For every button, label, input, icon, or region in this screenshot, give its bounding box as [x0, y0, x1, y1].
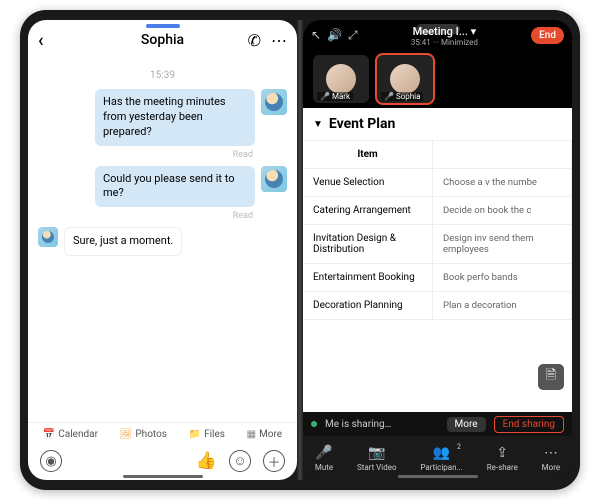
- share-icon: ⇪: [496, 445, 508, 461]
- message-bubble-out[interactable]: Has the meeting minutes from yesterday b…: [95, 89, 255, 146]
- table-header: Item: [303, 141, 572, 169]
- chat-body: 15:39 Has the meeting minutes from yeste…: [28, 60, 297, 422]
- end-sharing-button[interactable]: End sharing: [494, 416, 564, 433]
- meeting-bottom-bar: 🎤Mute 📷Start Video 👥2Participan... ⇪Re-s…: [303, 436, 572, 480]
- files-icon: 📁: [189, 429, 201, 440]
- quick-more[interactable]: ▦More: [247, 429, 283, 440]
- expand-icon[interactable]: ⤢: [348, 28, 358, 43]
- read-receipt: Read: [38, 211, 253, 221]
- col-item: Item: [303, 141, 433, 169]
- table-row[interactable]: Decoration Planning Plan a decoration: [303, 292, 572, 320]
- event-table: Item Venue Selection Choose a v the numb…: [303, 140, 572, 412]
- mic-icon: 🎤: [315, 445, 332, 461]
- calendar-icon: 📅: [43, 429, 55, 440]
- message-bubble-out[interactable]: Could you please send it to me?: [95, 166, 255, 208]
- foldable-device: ‹ Sophia ✆ ⋯ 15:39 Has the meeting minut…: [20, 10, 580, 490]
- video-off-icon: 📷: [368, 445, 385, 461]
- avatar[interactable]: [261, 166, 287, 192]
- quick-files[interactable]: 📁Files: [189, 429, 225, 440]
- quick-photos[interactable]: 🖼Photos: [120, 429, 167, 440]
- reshare-button[interactable]: ⇪Re-share: [487, 445, 518, 472]
- quick-calendar[interactable]: 📅Calendar: [43, 429, 98, 440]
- avatar[interactable]: [38, 227, 58, 247]
- annotate-button[interactable]: 🗎: [538, 364, 564, 390]
- chevron-down-icon: ▼: [313, 119, 323, 130]
- home-indicator: [398, 475, 478, 478]
- mic-muted-icon: 🎤: [384, 92, 394, 101]
- participants-button[interactable]: 👥2Participan...: [420, 445, 463, 472]
- doc-title-row[interactable]: ▼ Event Plan: [303, 108, 572, 140]
- video-button[interactable]: 📷Start Video: [357, 445, 397, 472]
- voice-button[interactable]: ◉: [40, 450, 62, 472]
- col-desc: [433, 141, 572, 169]
- table-row[interactable]: Venue Selection Choose a v the numbe: [303, 169, 572, 197]
- participants-strip: 🎤Mark 🎤Sophia: [303, 50, 572, 108]
- end-button[interactable]: End: [531, 27, 564, 44]
- emoji-button[interactable]: ☺: [229, 450, 251, 472]
- participant-card[interactable]: 🎤Mark: [313, 55, 369, 103]
- chat-timestamp: 15:39: [38, 70, 287, 81]
- read-receipt: Read: [38, 150, 253, 160]
- message-bubble-in[interactable]: Sure, just a moment.: [64, 227, 182, 256]
- share-more-button[interactable]: More: [447, 417, 486, 432]
- minimize-icon[interactable]: ↖: [311, 28, 321, 42]
- share-status-bar: Me is sharing… More End sharing: [303, 412, 572, 436]
- photos-icon: 🖼: [120, 429, 133, 440]
- avatar: [326, 64, 356, 94]
- quick-row: 📅Calendar 🖼Photos 📁Files ▦More: [28, 422, 297, 446]
- table-row[interactable]: Entertainment Booking Book perfo bands: [303, 264, 572, 292]
- mic-muted-icon: 🎤: [320, 92, 330, 101]
- message-row: Has the meeting minutes from yesterday b…: [38, 89, 287, 146]
- more-button[interactable]: ⋯More: [542, 445, 560, 472]
- more-icon: ⋯: [544, 445, 558, 461]
- add-button[interactable]: ＋: [263, 450, 285, 472]
- chevron-down-icon: ▾: [471, 25, 477, 38]
- speaker-icon[interactable]: 🔊: [327, 28, 342, 42]
- home-indicator: [123, 475, 203, 478]
- avatar: [390, 64, 420, 94]
- doc-title: Event Plan: [329, 116, 395, 132]
- thumbs-up-icon[interactable]: 👍: [196, 451, 217, 471]
- share-status-text: Me is sharing…: [325, 419, 439, 430]
- meeting-screen: ↖ 🔊 ⤢ Meeting I... ▾ 35:41 ··· Minimized…: [303, 20, 572, 480]
- shared-document: ▼ Event Plan Item Venue Selection Choose…: [303, 108, 572, 412]
- avatar[interactable]: [261, 89, 287, 115]
- chat-header: ‹ Sophia ✆ ⋯: [28, 20, 297, 60]
- chat-screen: ‹ Sophia ✆ ⋯ 15:39 Has the meeting minut…: [28, 20, 297, 480]
- message-row: Sure, just a moment.: [38, 227, 287, 256]
- sharing-indicator-icon: [311, 421, 317, 427]
- message-row: Could you please send it to me?: [38, 166, 287, 208]
- participant-card[interactable]: 🎤Sophia: [377, 55, 433, 103]
- table-row[interactable]: Invitation Design & Distribution Design …: [303, 225, 572, 264]
- participants-icon: 👥: [433, 445, 450, 461]
- call-icon[interactable]: ✆: [248, 31, 261, 50]
- meeting-title-wrap[interactable]: Meeting I... ▾ 35:41 ··· Minimized: [364, 25, 526, 47]
- mute-button[interactable]: 🎤Mute: [315, 445, 333, 472]
- grid-icon: ▦: [247, 429, 256, 440]
- meeting-topbar: ↖ 🔊 ⤢ Meeting I... ▾ 35:41 ··· Minimized…: [303, 20, 572, 50]
- more-icon[interactable]: ⋯: [271, 31, 287, 50]
- table-row[interactable]: Catering Arrangement Decide on book the …: [303, 197, 572, 225]
